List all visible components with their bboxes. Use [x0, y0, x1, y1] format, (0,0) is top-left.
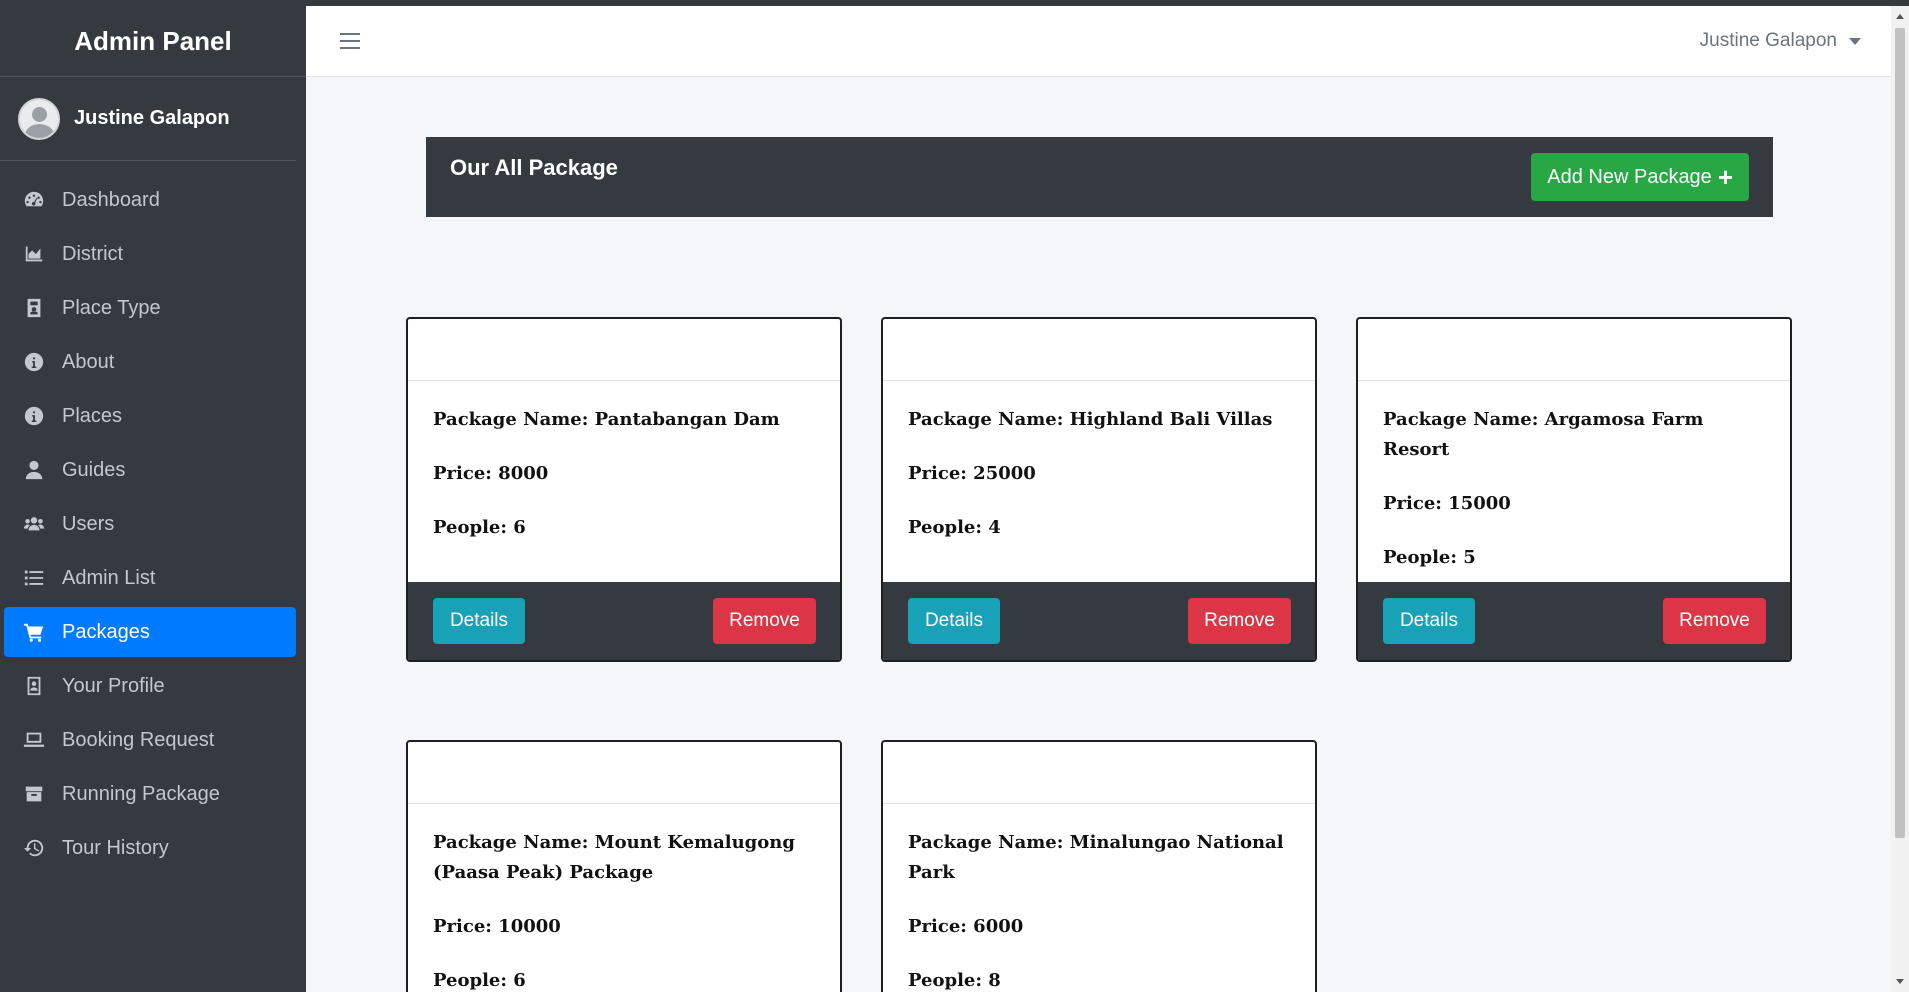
box-icon — [22, 782, 46, 806]
card-body: Package Name: Pantabangan Dam Price: 800… — [408, 381, 840, 543]
main-content: Justine Galapon Our All Package Add New … — [306, 6, 1891, 992]
sidebar-item-label: Booking Request — [62, 728, 215, 751]
package-name: Package Name: Argamosa Farm Resort — [1383, 409, 1704, 460]
package-price: Price: 6000 — [908, 916, 1024, 937]
sidebar-item-tour-history[interactable]: Tour History — [4, 823, 296, 873]
card-image-area — [883, 319, 1315, 381]
sidebar-item-district[interactable]: District — [4, 229, 296, 279]
users-icon — [22, 512, 46, 536]
tachometer-icon — [22, 188, 46, 212]
card-image-area — [1358, 319, 1790, 381]
package-name: Package Name: Minalungao National Park — [908, 832, 1284, 883]
shopping-cart-icon — [22, 620, 46, 644]
sidebar-item-places[interactable]: Places — [4, 391, 296, 441]
package-people: People: 6 — [433, 970, 526, 991]
card-footer: Details Remove — [1358, 582, 1790, 660]
sidebar-item-your-profile[interactable]: Your Profile — [4, 661, 296, 711]
package-price: Price: 10000 — [433, 916, 561, 937]
package-card: Package Name: Argamosa Farm Resort Price… — [1356, 317, 1792, 662]
sidebar-item-booking-request[interactable]: Booking Request — [4, 715, 296, 765]
sidebar-user-name[interactable]: Justine Galapon — [74, 107, 230, 130]
laptop-icon — [22, 728, 46, 752]
info-circle-icon — [22, 404, 46, 428]
sidebar-item-label: District — [62, 242, 124, 265]
list-icon — [22, 566, 46, 590]
package-name: Package Name: Pantabangan Dam — [433, 409, 780, 430]
history-icon — [22, 836, 46, 860]
menu-toggle-icon[interactable] — [336, 29, 364, 53]
remove-button[interactable]: Remove — [1663, 598, 1766, 644]
package-name: Package Name: Mount Kemalugong (Paasa Pe… — [433, 832, 795, 883]
sidebar-item-label: Users — [62, 512, 115, 535]
brand-title[interactable]: Admin Panel — [0, 6, 306, 77]
card-body: Package Name: Highland Bali Villas Price… — [883, 381, 1315, 543]
sidebar-item-about[interactable]: About — [4, 337, 296, 387]
sidebar-item-guides[interactable]: Guides — [4, 445, 296, 495]
sidebar-item-label: Places — [62, 404, 123, 427]
details-button[interactable]: Details — [908, 598, 1000, 644]
sidebar-item-users[interactable]: Users — [4, 499, 296, 549]
card-image-area — [408, 319, 840, 381]
packages-header: Our All Package Add New Package + — [426, 137, 1773, 217]
navbar-user-name: Justine Galapon — [1699, 30, 1837, 51]
details-button[interactable]: Details — [433, 598, 525, 644]
sidebar-item-label: Running Package — [62, 782, 220, 805]
sidebar-item-packages[interactable]: Packages — [4, 607, 296, 657]
card-footer: Details Remove — [883, 582, 1315, 660]
sidebar-item-label: Packages — [62, 620, 150, 643]
package-card: Package Name: Mount Kemalugong (Paasa Pe… — [406, 740, 842, 992]
package-name: Package Name: Highland Bali Villas — [908, 409, 1273, 430]
info-circle-icon — [22, 350, 46, 374]
sidebar-item-label: Dashboard — [62, 188, 160, 211]
sidebar-nav: Dashboard District Place Type About Plac… — [0, 161, 306, 873]
sidebar-item-admin-list[interactable]: Admin List — [4, 553, 296, 603]
card-body: Package Name: Minalungao National Park P… — [883, 804, 1315, 992]
sidebar-item-label: Your Profile — [62, 674, 165, 697]
sidebar-item-label: Admin List — [62, 566, 156, 589]
top-navbar: Justine Galapon — [306, 6, 1891, 77]
package-price: Price: 25000 — [908, 463, 1036, 484]
package-people: People: 4 — [908, 517, 1001, 538]
sidebar: Admin Panel Justine Galapon Dashboard Di… — [0, 6, 306, 992]
package-people: People: 5 — [1383, 547, 1476, 568]
vertical-scrollbar[interactable] — [1891, 6, 1909, 992]
scroll-thumb[interactable] — [1895, 28, 1905, 838]
package-price: Price: 15000 — [1383, 493, 1511, 514]
sidebar-item-label: Tour History — [62, 836, 169, 859]
card-body: Package Name: Mount Kemalugong (Paasa Pe… — [408, 804, 840, 992]
package-price: Price: 8000 — [433, 463, 549, 484]
package-card: Package Name: Highland Bali Villas Price… — [881, 317, 1317, 662]
package-card: Package Name: Pantabangan Dam Price: 800… — [406, 317, 842, 662]
package-card: Package Name: Minalungao National Park P… — [881, 740, 1317, 992]
card-body: Package Name: Argamosa Farm Resort Price… — [1358, 381, 1790, 573]
package-people: People: 8 — [908, 970, 1001, 991]
card-footer: Details Remove — [408, 582, 840, 660]
card-image-area — [883, 742, 1315, 804]
details-button[interactable]: Details — [1383, 598, 1475, 644]
address-card-icon — [22, 674, 46, 698]
plus-icon: + — [1717, 162, 1733, 192]
sidebar-item-label: Guides — [62, 458, 126, 481]
scroll-up-icon[interactable] — [1896, 14, 1904, 19]
sidebar-item-place-type[interactable]: Place Type — [4, 283, 296, 333]
caret-down-icon — [1849, 37, 1861, 45]
remove-button[interactable]: Remove — [713, 598, 816, 644]
sidebar-item-label: Place Type — [62, 296, 161, 319]
scroll-down-icon[interactable] — [1896, 979, 1904, 984]
user-panel[interactable]: Justine Galapon — [0, 77, 296, 161]
remove-button[interactable]: Remove — [1188, 598, 1291, 644]
add-new-package-button[interactable]: Add New Package + — [1531, 153, 1749, 201]
package-people: People: 6 — [433, 517, 526, 538]
sidebar-item-dashboard[interactable]: Dashboard — [4, 175, 296, 225]
sidebar-item-label: About — [62, 350, 115, 373]
area-chart-icon — [22, 242, 46, 266]
avatar[interactable] — [18, 97, 60, 140]
card-image-area — [408, 742, 840, 804]
page-title: Our All Package — [450, 155, 618, 180]
user-icon — [22, 458, 46, 482]
add-button-label: Add New Package — [1547, 165, 1712, 188]
id-card-icon — [22, 296, 46, 320]
sidebar-item-running-package[interactable]: Running Package — [4, 769, 296, 819]
user-dropdown[interactable]: Justine Galapon — [1700, 30, 1861, 52]
